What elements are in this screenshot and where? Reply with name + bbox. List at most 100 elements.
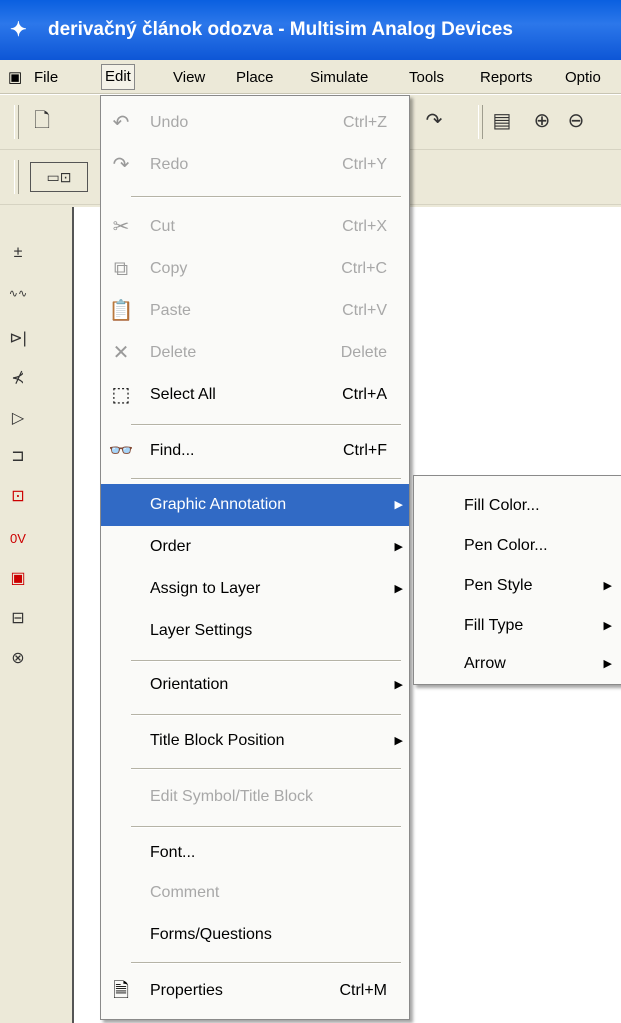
cmos-icon[interactable]: ⊡	[4, 483, 32, 511]
menu-simulate[interactable]: Simulate	[310, 66, 368, 90]
redo-icon: ↷	[112, 154, 130, 176]
menu-item-layer-settings[interactable]: Layer Settings	[101, 610, 409, 652]
menu-place[interactable]: Place	[236, 66, 274, 90]
menu-item-find[interactable]: 👓 Find... Ctrl+F	[101, 430, 409, 472]
menu-item-order[interactable]: Order ▶	[101, 526, 409, 568]
copy-icon: ⧉	[113, 258, 129, 280]
menu-file[interactable]: File	[34, 66, 58, 90]
ttl-icon[interactable]: ⊐	[4, 443, 32, 471]
menu-edit[interactable]: Edit	[101, 64, 135, 90]
app-menu-icon[interactable]: ▣	[8, 66, 22, 90]
submenu-item-label: Arrow	[464, 655, 506, 672]
resistor-icon[interactable]: ∿∿	[4, 280, 32, 308]
menu-item-label: Cut	[150, 218, 175, 235]
menu-item-label: Paste	[150, 302, 191, 319]
menu-item-select-all[interactable]: ⬚ Select All Ctrl+A	[101, 374, 409, 416]
menu-separator	[131, 714, 401, 716]
zoom-in-icon[interactable]: ⊕	[528, 107, 556, 135]
submenu-arrow-icon: ▶	[394, 583, 403, 595]
indicator-icon[interactable]: ⊟	[4, 605, 32, 633]
menu-item-label: Order	[150, 538, 191, 555]
menu-item-shortcut: Ctrl+M	[339, 982, 387, 999]
menu-item-comment[interactable]: Comment	[101, 872, 409, 914]
toolbar-grip[interactable]	[14, 160, 19, 194]
menu-item-forms-questions[interactable]: Forms/Questions	[101, 914, 409, 956]
menu-item-properties[interactable]: 🗎 Properties Ctrl+M	[101, 970, 409, 1012]
menu-item-shortcut: Ctrl+V	[342, 302, 387, 319]
submenu-arrow-icon: ▶	[394, 679, 403, 691]
menu-bar: ▣ File Edit View Place Simulate Tools Re…	[0, 60, 621, 94]
menu-item-title-block-position[interactable]: Title Block Position ▶	[101, 720, 409, 762]
edit-menu: ↶ Undo Ctrl+Z ↷ Redo Ctrl+Y ✂ Cut Ctrl+X…	[100, 95, 410, 1020]
menu-tools[interactable]: Tools	[409, 66, 444, 90]
menu-separator	[131, 660, 401, 662]
menu-item-paste[interactable]: 📋 Paste Ctrl+V	[101, 290, 409, 332]
menu-item-graphic-annotation[interactable]: Graphic Annotation ▶	[101, 484, 409, 526]
diode-icon[interactable]: ⊳|	[4, 325, 32, 353]
menu-item-label: Select All	[150, 386, 216, 403]
submenu-item-fill-type[interactable]: Fill Type ▶	[414, 606, 620, 646]
submenu-item-pen-style[interactable]: Pen Style ▶	[414, 566, 620, 606]
menu-options[interactable]: Optio	[565, 66, 601, 90]
submenu-item-arrow[interactable]: Arrow ▶	[414, 644, 620, 684]
menu-item-undo[interactable]: ↶ Undo Ctrl+Z	[101, 102, 409, 144]
component-panel: ± ∿∿ ⊳| ⊀ ▷ ⊐ ⊡ 0V ▣ ⊟ ⊗	[0, 207, 63, 1023]
binoculars-icon: 👓	[108, 440, 134, 462]
misc-digital-icon[interactable]: 0V	[4, 525, 32, 553]
menu-item-redo[interactable]: ↷ Redo Ctrl+Y	[101, 144, 409, 186]
submenu-arrow-icon: ▶	[394, 541, 403, 553]
redo-icon[interactable]: ↷	[420, 107, 448, 135]
menu-item-label: Assign to Layer	[150, 580, 261, 597]
workspace-edge	[62, 207, 74, 1023]
menu-separator	[131, 768, 401, 770]
window-title-bar: ✦ derivačný článok odozva - Multisim Ana…	[0, 0, 621, 60]
multisim-logo-icon: ✦	[10, 19, 27, 41]
transistor-icon[interactable]: ⊀	[4, 365, 32, 393]
menu-separator	[131, 196, 401, 198]
toolbar-grip[interactable]	[478, 105, 483, 139]
menu-reports[interactable]: Reports	[480, 66, 533, 90]
submenu-item-label: Fill Color...	[464, 497, 540, 514]
submenu-item-pen-color[interactable]: Pen Color...	[414, 526, 620, 566]
component-icon[interactable]: ▭⊡	[30, 162, 88, 192]
menu-item-copy[interactable]: ⧉ Copy Ctrl+C	[101, 248, 409, 290]
submenu-arrow-icon: ▶	[394, 735, 403, 747]
netlist-icon[interactable]: ▤	[488, 107, 516, 135]
menu-item-assign-to-layer[interactable]: Assign to Layer ▶	[101, 568, 409, 610]
menu-separator	[131, 962, 401, 964]
toolbar-grip[interactable]	[14, 105, 19, 139]
menu-item-label: Layer Settings	[150, 622, 253, 639]
new-icon[interactable]: 🗋	[28, 107, 56, 135]
source-icon[interactable]: ±	[4, 239, 32, 267]
submenu-item-label: Pen Style	[464, 577, 533, 594]
menu-item-label: Graphic Annotation	[150, 496, 287, 513]
submenu-arrow-icon: ▶	[394, 499, 403, 511]
scissors-icon: ✂	[112, 216, 130, 238]
menu-view[interactable]: View	[173, 66, 205, 90]
electromech-icon[interactable]: ⊗	[4, 645, 32, 673]
submenu-item-label: Pen Color...	[464, 537, 548, 554]
menu-item-label: Comment	[150, 884, 220, 901]
graphic-annotation-submenu: Fill Color... Pen Color... Pen Style ▶ F…	[413, 475, 621, 685]
menu-item-label: Redo	[150, 156, 189, 173]
menu-item-edit-symbol[interactable]: Edit Symbol/Title Block	[101, 776, 409, 818]
zoom-out-icon[interactable]: ⊖	[562, 107, 590, 135]
submenu-item-fill-color[interactable]: Fill Color...	[414, 486, 620, 526]
mixed-icon[interactable]: ▣	[4, 565, 32, 593]
menu-item-cut[interactable]: ✂ Cut Ctrl+X	[101, 206, 409, 248]
menu-item-label: Orientation	[150, 676, 229, 693]
opamp-icon[interactable]: ▷	[4, 405, 32, 433]
submenu-arrow-icon: ▶	[603, 620, 612, 632]
menu-item-label: Properties	[150, 982, 223, 999]
menu-item-orientation[interactable]: Orientation ▶	[101, 664, 409, 706]
submenu-item-label: Fill Type	[464, 617, 524, 634]
menu-item-shortcut: Ctrl+C	[341, 260, 387, 277]
menu-item-shortcut: Ctrl+A	[342, 386, 387, 403]
undo-icon: ↶	[112, 112, 130, 134]
menu-item-font[interactable]: Font...	[101, 832, 409, 874]
menu-item-label: Title Block Position	[150, 732, 285, 749]
clipboard-icon: 📋	[108, 300, 134, 322]
menu-item-shortcut: Ctrl+Y	[342, 156, 387, 173]
menu-item-label: Font...	[150, 844, 196, 861]
menu-item-delete[interactable]: ✕ Delete Delete	[101, 332, 409, 374]
